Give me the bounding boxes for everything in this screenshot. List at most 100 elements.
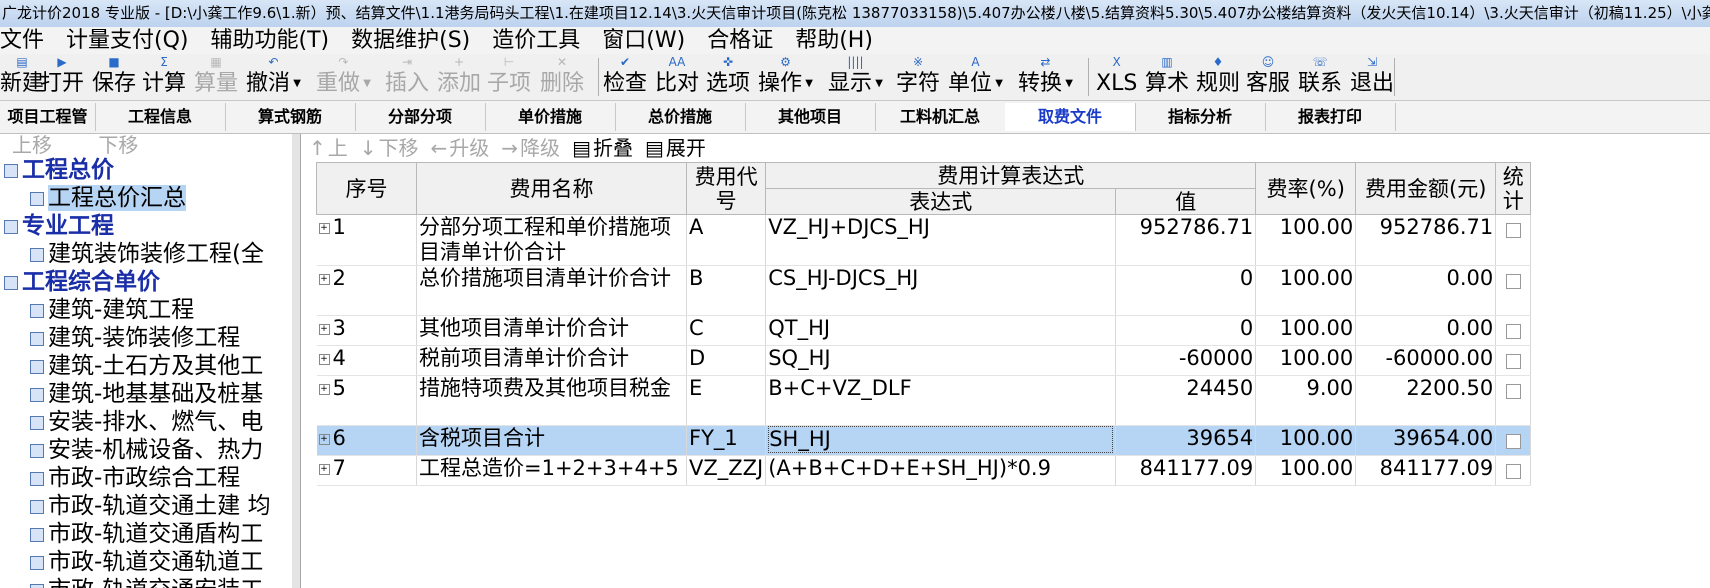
tree-node-11[interactable]: 市政-市政综合工程 <box>30 464 240 492</box>
header-value[interactable]: 值 <box>1115 188 1257 215</box>
toolbar-contact-button[interactable]: ☏ 联系 <box>1298 54 1342 100</box>
menu-item-6[interactable]: 合格证 <box>707 27 773 54</box>
cell-rate[interactable]: 100.00 <box>1255 425 1357 456</box>
menu-item-7[interactable]: 帮助(H) <box>795 27 873 54</box>
toolbar-open-button[interactable]: ▶ 打开 <box>40 54 84 100</box>
tree-node-10[interactable]: 安装-机械设备、热力 <box>30 436 263 464</box>
left-scrollbar[interactable] <box>292 134 300 588</box>
cell-rate[interactable]: 9.00 <box>1255 375 1357 426</box>
tree-node-4[interactable]: 工程综合单价 <box>4 268 160 296</box>
cell-stat[interactable] <box>1495 214 1532 266</box>
tree-node-9[interactable]: 安装-排水、燃气、电 <box>30 408 263 436</box>
toolbar-arith-button[interactable]: ▥ 算术 <box>1145 54 1189 100</box>
expand-icon[interactable]: + <box>318 273 330 285</box>
cell-expr[interactable]: QT_HJ <box>765 315 1117 346</box>
cell-name[interactable]: 总价措施项目清单计价合计 <box>416 265 687 316</box>
expand-icon[interactable]: + <box>318 323 330 335</box>
expand-icon[interactable]: + <box>318 463 330 475</box>
tree-node-14[interactable]: 市政-轨道交通轨道工 <box>30 548 263 576</box>
toolbar-char-button[interactable]: ※ 字符 <box>896 54 940 100</box>
dropdown-arrow-icon[interactable]: ▼ <box>802 78 813 89</box>
toolbar-service-button[interactable]: ☺ 客服 <box>1246 54 1290 100</box>
menu-item-2[interactable]: 辅助功能(T) <box>211 27 330 54</box>
row-tool-2[interactable]: ← 升级 <box>431 134 490 162</box>
cell-name[interactable]: 税前项目清单计价合计 <box>416 345 687 376</box>
stat-checkbox[interactable] <box>1505 434 1521 449</box>
cell-name[interactable]: 其他项目清单计价合计 <box>416 315 687 346</box>
row-tool-4[interactable]: ▤ 折叠 <box>572 134 633 162</box>
cell-name[interactable]: 含税项目合计 <box>416 425 687 456</box>
cell-code[interactable]: A <box>686 214 767 266</box>
tab-4[interactable]: 单价措施 <box>485 103 616 131</box>
move-up-button[interactable]: 上移 <box>12 134 52 157</box>
cell-expr[interactable]: SQ_HJ <box>765 345 1117 376</box>
expand-icon[interactable]: + <box>318 383 330 395</box>
stat-checkbox[interactable] <box>1505 354 1521 369</box>
tree-node-3[interactable]: 建筑装饰装修工程(全 <box>30 240 264 268</box>
tab-6[interactable]: 其他项目 <box>745 103 876 131</box>
cell-expr[interactable]: (A+B+C+D+E+SH_HJ)*0.9 <box>765 455 1117 486</box>
toolbar-options-button[interactable]: ✜ 选项 <box>706 54 750 100</box>
cell-name[interactable]: 工程总造价=1+2+3+4+5 <box>416 455 687 486</box>
tab-5[interactable]: 总价措施 <box>615 103 746 131</box>
tree-node-8[interactable]: 建筑-地基基础及桩基 <box>30 380 263 408</box>
cell-stat[interactable] <box>1495 455 1532 486</box>
tree-node-6[interactable]: 建筑-装饰装修工程 <box>30 324 240 352</box>
toolbar-xls-button[interactable]: X XLS <box>1096 54 1137 100</box>
cell-code[interactable]: E <box>686 375 767 426</box>
stat-checkbox[interactable] <box>1505 223 1521 238</box>
toolbar-operate-button[interactable]: ⚙ 操作 ▼ <box>758 54 813 100</box>
toolbar-measure-button[interactable]: ▦ 算量 <box>194 54 238 100</box>
header-amount[interactable]: 费用金额(元) <box>1355 162 1497 215</box>
cell-expr[interactable]: VZ_HJ+DJCS_HJ <box>765 214 1117 266</box>
header-expr[interactable]: 表达式 <box>765 188 1117 215</box>
toolbar-compare-button[interactable]: AA 比对 <box>655 54 699 100</box>
stat-checkbox[interactable] <box>1505 274 1521 289</box>
cell-rate[interactable]: 100.00 <box>1255 315 1357 346</box>
tree-node-13[interactable]: 市政-轨道交通盾构工 <box>30 520 263 548</box>
expand-icon[interactable]: + <box>318 222 330 234</box>
cell-rate[interactable]: 100.00 <box>1255 265 1357 316</box>
cell-expr[interactable]: B+C+VZ_DLF <box>765 375 1117 426</box>
cell-expr[interactable]: CS_HJ-DJCS_HJ <box>765 265 1117 316</box>
tree-node-7[interactable]: 建筑-土石方及其他工 <box>30 352 263 380</box>
tab-9[interactable]: 指标分析 <box>1135 103 1266 131</box>
fee-row[interactable]: +2 总价措施项目清单计价合计 B CS_HJ-DJCS_HJ 0 100.00 0.00 <box>316 265 1532 316</box>
toolbar-unit-button[interactable]: A 单位 ▼ <box>948 54 1003 100</box>
tab-2[interactable]: 算式钢筋 <box>225 103 356 131</box>
tree-node-2[interactable]: 专业工程 <box>4 212 114 240</box>
menu-item-3[interactable]: 数据维护(S) <box>351 27 470 54</box>
tab-1[interactable]: 工程信息 <box>95 103 226 131</box>
toolbar-undo-button[interactable]: ↶ 撤消 ▼ <box>246 54 301 100</box>
fee-row[interactable]: +7 工程总造价=1+2+3+4+5 VZ_ZZJ (A+B+C+D+E+SH_HJ)… <box>316 455 1532 486</box>
toolbar-new-button[interactable]: ▤ 新建 <box>0 54 44 100</box>
toolbar-calc-button[interactable]: Σ 计算 <box>142 54 186 100</box>
toolbar-save-button[interactable]: ■ 保存 <box>92 54 136 100</box>
tab-8[interactable]: 取费文件 <box>1005 103 1136 131</box>
tree-node-1[interactable]: 工程总价汇总 <box>30 184 186 212</box>
tab-0[interactable]: 项目工程管理 <box>0 103 96 154</box>
tree-node-15[interactable]: 市政-轨道交通安装工 <box>30 576 263 588</box>
toolbar-exit-button[interactable]: ⇲ 退出 <box>1350 54 1394 100</box>
cell-rate[interactable]: 100.00 <box>1255 214 1357 266</box>
toolbar-check-button[interactable]: ✔ 检查 <box>603 54 647 100</box>
fee-row[interactable]: +3 其他项目清单计价合计 C QT_HJ 0 100.00 0.00 <box>316 315 1532 346</box>
header-stat[interactable]: 统计 <box>1495 162 1532 215</box>
cell-stat[interactable] <box>1495 315 1532 346</box>
row-tool-0[interactable]: ↑ 上 <box>309 134 348 162</box>
toolbar-add-button[interactable]: + 添加 <box>437 54 481 100</box>
expand-icon[interactable]: + <box>318 353 330 365</box>
fee-row[interactable]: +6 含税项目合计 FY_1 SH_HJ 39654 100.00 39654.00 <box>316 425 1532 456</box>
header-rate[interactable]: 费率(%) <box>1255 162 1357 215</box>
toolbar-display-button[interactable]: |||| 显示 ▼ <box>828 54 883 100</box>
toolbar-delete-button[interactable]: ✕ 删除 <box>540 54 584 100</box>
cell-stat[interactable] <box>1495 425 1532 456</box>
stat-checkbox[interactable] <box>1505 384 1521 399</box>
move-down-button[interactable]: 下移 <box>98 134 138 157</box>
stat-checkbox[interactable] <box>1505 324 1521 339</box>
dropdown-arrow-icon[interactable]: ▼ <box>290 78 301 89</box>
tree-node-12[interactable]: 市政-轨道交通土建 均 <box>30 492 271 520</box>
tab-7[interactable]: 工料机汇总 <box>875 103 1006 131</box>
header-seq[interactable]: 序号 <box>316 162 417 215</box>
dropdown-arrow-icon[interactable]: ▼ <box>992 78 1003 89</box>
